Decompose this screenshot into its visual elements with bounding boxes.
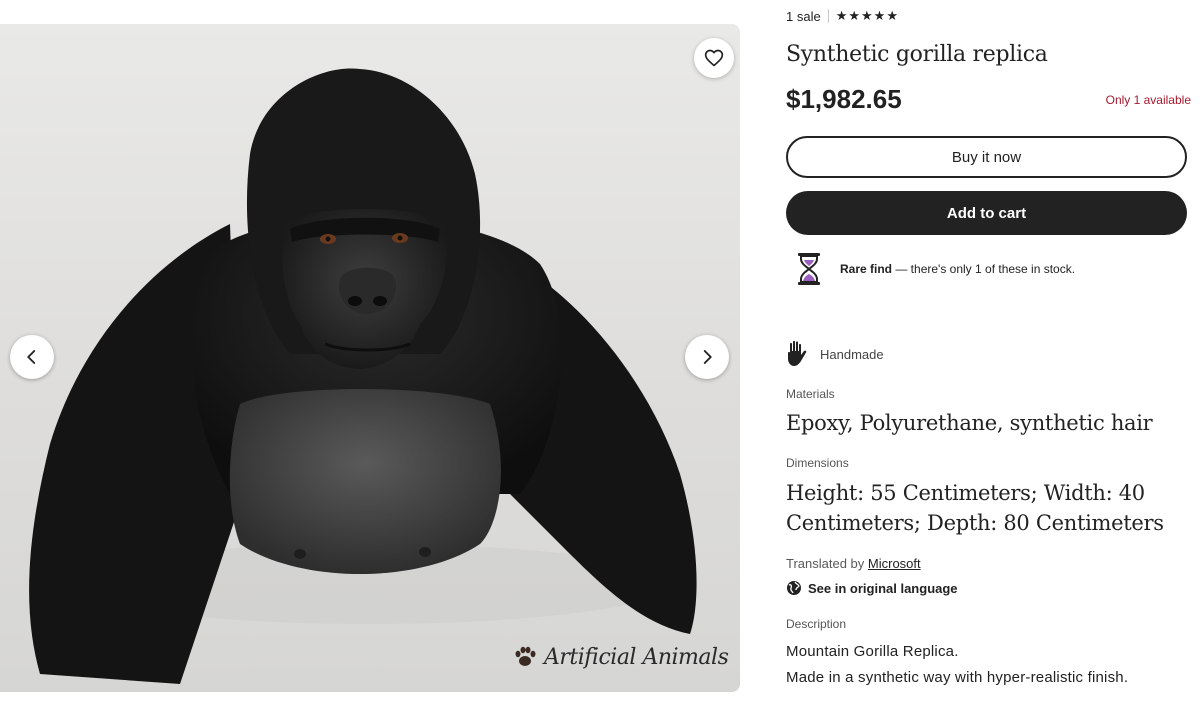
availability-notice: Only 1 available	[1105, 93, 1191, 107]
hand-icon	[788, 340, 807, 366]
see-original-language-label: See in original language	[808, 580, 958, 596]
listing-image-gallery: Artificial Animals	[0, 24, 740, 692]
see-original-language-button[interactable]: See in original language	[786, 580, 958, 596]
chevron-left-icon	[27, 350, 36, 364]
chevron-right-icon	[703, 350, 712, 364]
translated-prefix: Translated by	[786, 556, 868, 571]
handmade-badge: Handmade	[786, 340, 884, 368]
favorite-button[interactable]	[694, 38, 734, 78]
description-line: Mountain Gorilla Replica.	[786, 643, 959, 660]
materials-value: Epoxy, Polyurethane, synthetic hair	[786, 411, 1153, 435]
paw-print-icon	[515, 646, 536, 666]
hourglass-icon	[798, 253, 820, 285]
description-line: Made in a synthetic way with hyper-reali…	[786, 669, 1129, 686]
rare-find-notice: Rare find — there's only 1 of these in s…	[796, 252, 1075, 286]
materials-label: Materials	[786, 387, 835, 401]
rare-find-bold: Rare find	[840, 262, 893, 276]
description-label: Description	[786, 617, 847, 631]
rating-stars[interactable]: ★★★★★	[836, 8, 899, 24]
rare-find-detail: — there's only 1 of these in stock.	[892, 262, 1076, 276]
sales-and-rating: 1 sale ★★★★★	[786, 8, 899, 24]
next-image-button[interactable]	[685, 335, 729, 379]
microsoft-link[interactable]: Microsoft	[868, 556, 921, 571]
watermark-text: Artificial Animals	[544, 644, 729, 670]
buy-it-now-button[interactable]: Buy it now	[786, 136, 1187, 178]
gorilla-product-photo[interactable]	[0, 24, 740, 692]
sales-count: 1 sale	[786, 8, 821, 24]
heart-outline-icon	[704, 49, 724, 67]
image-watermark: Artificial Animals	[512, 644, 729, 670]
handmade-label: Handmade	[820, 346, 884, 362]
listing-title: Synthetic gorilla replica	[786, 42, 1048, 67]
previous-image-button[interactable]	[10, 335, 54, 379]
add-to-cart-button[interactable]: Add to cart	[786, 191, 1187, 235]
rare-find-text: Rare find — there's only 1 of these in s…	[840, 262, 1075, 276]
divider	[827, 9, 829, 23]
translation-credit: Translated by Microsoft	[786, 556, 921, 571]
globe-icon	[787, 581, 801, 595]
listing-price: $1,982.65	[786, 84, 902, 114]
dimensions-label: Dimensions	[786, 456, 849, 470]
dimensions-value: Height: 55 Centimeters; Width: 40 Centim…	[786, 481, 1164, 535]
